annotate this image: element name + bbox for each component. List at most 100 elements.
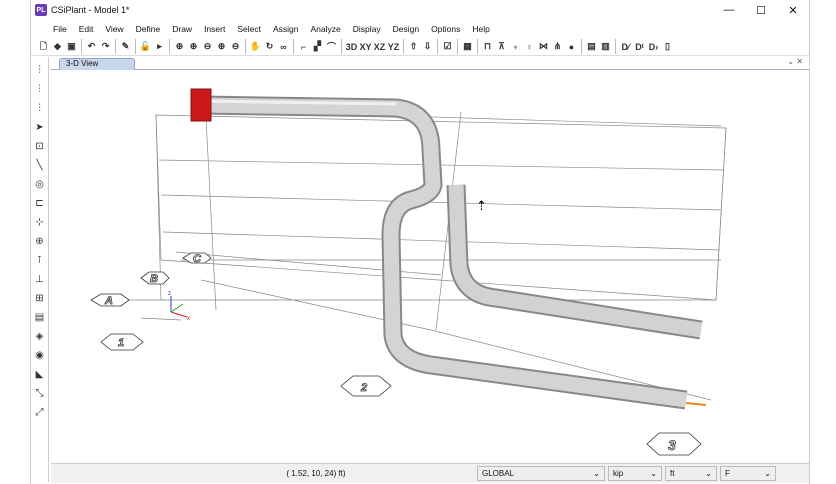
left-tool-icon[interactable]: ⊕ [35,236,43,249]
spring-icon[interactable]: ♀ [523,39,536,54]
grid-icon[interactable]: ▦ [461,39,474,54]
sphere-icon[interactable]: ● [565,39,578,54]
model-canvas[interactable]: A B C 1 2 3 zx ⇡ [51,71,811,461]
support-icon[interactable]: ⊼ [495,39,508,54]
coord-system-select[interactable]: GLOBAL ⌄ [477,466,605,481]
check-icon[interactable]: ☑ [441,39,454,54]
view-xz[interactable]: XZ [373,39,386,54]
design-icon[interactable]: D⁄ [619,39,632,54]
save-icon[interactable]: ▣ [65,39,78,54]
view-yz[interactable]: YZ [387,39,400,54]
zoom-all-icon[interactable]: ⊕ [187,39,200,54]
3d-viewport[interactable]: A B C 1 2 3 zx ⇡ [51,71,809,461]
shade-icon[interactable]: ▞ [311,39,324,54]
temperature-unit-select[interactable]: F ⌄ [720,466,776,481]
view-xy[interactable]: XY [359,39,372,54]
left-tool-icon[interactable]: ⤢ [36,407,44,420]
open-icon[interactable]: ◆ [51,39,64,54]
left-tool-icon[interactable]: ⫶ [38,65,41,78]
app-icon: PL [35,4,47,16]
extrude-icon[interactable]: ⌐ [297,39,310,54]
zoom-in-icon[interactable]: ⊕ [215,39,228,54]
menu-select[interactable]: Select [231,24,267,34]
left-tool-icon[interactable]: ⫶ [38,84,41,97]
view-3d[interactable]: 3D [345,39,358,54]
menu-view[interactable]: View [99,24,129,34]
left-tool-icon[interactable]: ⊏ [35,198,43,211]
left-tool-icon[interactable]: ◈ [36,331,44,344]
flange [190,88,212,122]
display-icon[interactable]: ▤ [585,39,598,54]
menu-help[interactable]: Help [466,24,495,34]
curve-icon[interactable]: ⌒ [325,39,338,54]
down-icon[interactable]: ⇩ [421,39,434,54]
design-d-icon[interactable]: D› [647,39,660,54]
frame-icon[interactable]: ⊓ [481,39,494,54]
joint-icon[interactable]: ⋈ [537,39,550,54]
lock-icon[interactable]: 🔓 [139,39,152,54]
menu-options[interactable]: Options [425,24,466,34]
report-icon[interactable]: ▯ [661,39,674,54]
valve-icon[interactable]: ⋔ [551,39,564,54]
svg-text:z: z [168,291,171,297]
tab-3d-view[interactable]: 3-D View [59,58,135,70]
left-tool-icon[interactable]: ╲ [36,160,42,173]
left-tool-icon[interactable]: ◎ [35,179,44,192]
pencil-icon[interactable]: ✎ [119,39,132,54]
zoom-prev-icon[interactable]: ⊖ [201,39,214,54]
left-tool-icon[interactable]: ⤡ [36,388,44,401]
length-unit-select[interactable]: ft ⌄ [665,466,717,481]
up-icon[interactable]: ⇧ [407,39,420,54]
grid-label-a: A [90,293,130,307]
run-icon[interactable]: ▸ [153,39,166,54]
undo-icon[interactable]: ↶ [85,39,98,54]
menu-display[interactable]: Display [347,24,387,34]
toolbar-separator [581,39,582,54]
close-button[interactable]: ✕ [777,0,809,20]
left-tool-icon[interactable]: ◉ [35,350,44,363]
left-tool-icon[interactable]: ⫶ [38,103,41,116]
rotate-icon[interactable]: ↻ [263,39,276,54]
menu-insert[interactable]: Insert [198,24,231,34]
left-tool-icon[interactable]: ⊡ [35,141,43,154]
chevron-down-icon: ⌄ [764,469,771,478]
menu-assign[interactable]: Assign [267,24,305,34]
toolbar-separator [341,39,342,54]
perspective-icon[interactable]: ∞ [277,39,290,54]
zoom-window-icon[interactable]: ⊕ [173,39,186,54]
zoom-out-icon[interactable]: ⊖ [229,39,242,54]
left-tool-icon[interactable]: ▤ [35,312,44,325]
pan-icon[interactable]: ✋ [249,39,262,54]
svg-text:1: 1 [118,337,124,349]
left-tool-icon[interactable]: ➤ [35,122,43,135]
menu-define[interactable]: Define [130,24,167,34]
new-icon[interactable]: 🗋 [37,39,50,54]
svg-text:A: A [104,295,113,307]
toolbar-separator [81,39,82,54]
redo-icon[interactable]: ↷ [99,39,112,54]
toolbar-separator [403,39,404,54]
menu-file[interactable]: File [47,24,73,34]
left-tool-icon[interactable]: ⊥ [35,274,44,287]
minimize-button[interactable]: — [713,0,745,20]
menu-edit[interactable]: Edit [73,24,100,34]
left-tool-icon[interactable]: ⊹ [35,217,43,230]
menu-analyze[interactable]: Analyze [304,24,346,34]
menu-draw[interactable]: Draw [166,24,198,34]
menu-design[interactable]: Design [387,24,425,34]
design-check-icon[interactable]: Dᵗ [633,39,646,54]
toolbar-separator [245,39,246,54]
left-tool-icon[interactable]: ◣ [36,369,44,382]
chevron-down-icon: ⌄ [593,469,600,478]
force-unit-select[interactable]: kip ⌄ [608,466,662,481]
left-tool-icon[interactable]: ⊞ [35,293,43,306]
chevron-down-icon: ⌄ [705,469,712,478]
svg-text:B: B [150,273,158,285]
left-tool-icon[interactable]: ⊺ [37,255,42,268]
tab-controls[interactable]: ⌄ ✕ [787,57,803,66]
hanger-icon[interactable]: ♆ [509,39,522,54]
table-icon[interactable]: ▥ [599,39,612,54]
maximize-button[interactable]: ☐ [745,0,777,20]
tab-bar: 3-D View ⌄ ✕ [51,57,809,70]
grid-label-2: 2 [340,375,392,397]
